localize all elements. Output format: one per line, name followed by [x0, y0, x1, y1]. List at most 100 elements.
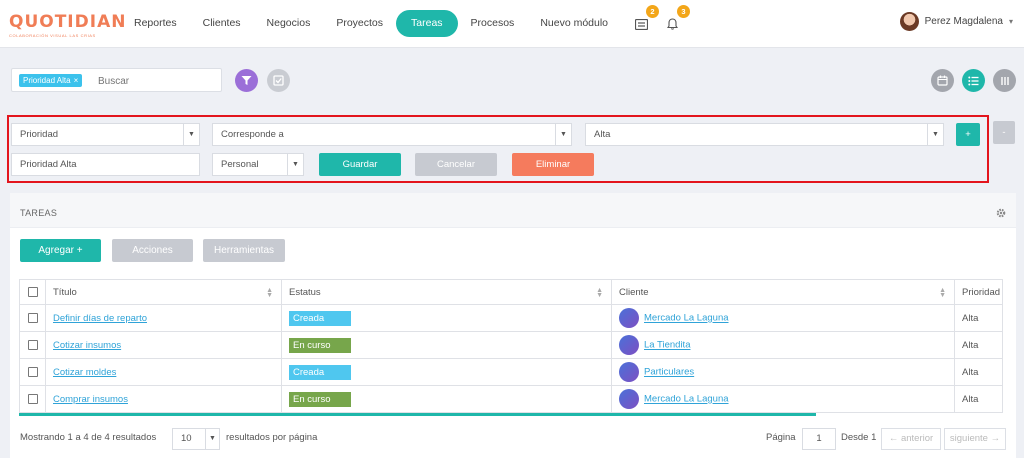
client-avatar — [619, 308, 639, 328]
column-header-cliente[interactable]: Cliente ▲ ▼ — [611, 279, 955, 305]
client-link[interactable]: Mercado La Laguna — [644, 313, 729, 324]
cancel-filter-button[interactable]: Cancelar — [415, 153, 497, 176]
main-nav: Reportes Clientes Negocios Proyectos Tar… — [121, 10, 621, 37]
next-page-button[interactable]: siguiente → — [944, 428, 1006, 450]
task-client-cell: Particulares — [611, 358, 955, 386]
per-page-value: 10 — [181, 433, 192, 444]
task-title-link[interactable]: Definir días de reparto — [53, 313, 147, 324]
filter-operator-value: Corresponde a — [221, 129, 284, 140]
nav-item-clientes[interactable]: Clientes — [190, 10, 254, 37]
tasks-header: TAREAS — [10, 193, 1016, 228]
results-summary: Mostrando 1 a 4 de 4 resultados — [20, 432, 157, 443]
nav-item-procesos[interactable]: Procesos — [458, 10, 528, 37]
list-view-button[interactable] — [962, 69, 985, 92]
filter-scope-select[interactable]: Personal ▼ — [212, 153, 304, 176]
top-navbar: QUOTIDIAN COLABORACIÓN VISUAL LAS CRIAS … — [0, 0, 1024, 48]
actions-button[interactable]: Acciones — [112, 239, 193, 262]
brand-tagline: COLABORACIÓN VISUAL LAS CRIAS — [9, 33, 96, 38]
filter-value-select[interactable]: Alta ▼ — [585, 123, 944, 146]
nav-item-tareas[interactable]: Tareas — [396, 10, 458, 37]
task-client-cell: Mercado La Laguna — [611, 385, 955, 413]
status-badge: Creada — [289, 310, 351, 326]
chevron-down-icon: ▼ — [287, 154, 303, 175]
task-title-cell: Comprar insumos — [45, 385, 282, 413]
tools-button[interactable]: Herramientas — [203, 239, 285, 262]
sort-icon: ▲ ▼ — [939, 287, 946, 299]
filter-button[interactable] — [235, 69, 258, 92]
search-input[interactable] — [98, 74, 208, 88]
close-icon[interactable]: × — [74, 74, 79, 87]
column-header-titulo[interactable]: Título ▲ ▼ — [45, 279, 282, 305]
column-header-prioridad[interactable]: Prioridad — [954, 279, 1003, 305]
table-row: Cotizar moldes Creada Particulares Alta — [19, 358, 1003, 386]
task-priority-cell: Alta — [954, 358, 1003, 386]
row-checkbox[interactable] — [28, 393, 38, 404]
add-condition-button[interactable]: + — [956, 123, 980, 146]
task-title-link[interactable]: Cotizar moldes — [53, 367, 116, 378]
client-link[interactable]: Mercado La Laguna — [644, 394, 729, 405]
column-label: Estatus — [289, 286, 321, 298]
tasks-title: TAREAS — [20, 208, 58, 218]
filter-name-value: Prioridad Alta — [20, 159, 77, 170]
client-link[interactable]: Particulares — [644, 367, 694, 378]
tasks-panel: TAREAS Agregar + Acciones Herramientas T… — [10, 193, 1016, 458]
nav-item-proyectos[interactable]: Proyectos — [323, 10, 396, 37]
alerts-badge: 3 — [677, 5, 690, 18]
column-label: Prioridad — [962, 286, 1001, 298]
remove-condition-button[interactable]: - — [993, 121, 1015, 144]
status-badge: Creada — [289, 364, 351, 380]
column-header-estatus[interactable]: Estatus ▲ ▼ — [281, 279, 612, 305]
task-priority-cell: Alta — [954, 304, 1003, 332]
user-name: Perez Magdalena — [924, 16, 1003, 27]
brand-logo[interactable]: QUOTIDIAN COLABORACIÓN VISUAL LAS CRIAS — [9, 12, 127, 39]
filter-field-value: Prioridad — [20, 129, 59, 140]
task-title-link[interactable]: Cotizar insumos — [53, 340, 121, 351]
task-client-cell: La Tiendita — [611, 331, 955, 359]
filter-chip[interactable]: Prioridad Alta × — [19, 74, 83, 87]
filter-name-field[interactable]: Prioridad Alta — [11, 153, 200, 176]
list-icon — [968, 76, 979, 85]
per-page-select[interactable]: 10 ▼ — [172, 428, 220, 450]
task-title-link[interactable]: Comprar insumos — [53, 394, 128, 405]
user-menu[interactable]: Perez Magdalena ▾ — [899, 12, 1013, 31]
brand-name: QUOTIDIAN — [9, 12, 127, 32]
column-label: Título — [53, 286, 77, 298]
calendar-icon — [937, 75, 948, 86]
task-status-cell: Creada — [281, 304, 612, 332]
board-view-button[interactable] — [993, 69, 1016, 92]
task-title-cell: Definir días de reparto — [45, 304, 282, 332]
status-badge: En curso — [289, 337, 351, 353]
row-checkbox[interactable] — [28, 366, 38, 377]
alerts-button[interactable]: 3 — [662, 5, 690, 34]
columns-icon — [1000, 76, 1009, 85]
nav-item-reportes[interactable]: Reportes — [121, 10, 190, 37]
page-number-input[interactable]: 1 — [802, 428, 836, 450]
search-box[interactable]: Prioridad Alta × — [11, 68, 222, 92]
row-checkbox[interactable] — [28, 312, 38, 323]
add-task-button[interactable]: Agregar + — [20, 239, 101, 262]
check-square-icon — [273, 75, 284, 86]
avatar — [899, 12, 919, 31]
settings-button[interactable] — [996, 208, 1006, 221]
chevron-down-icon: ▼ — [183, 124, 199, 145]
calendar-view-button[interactable] — [931, 69, 954, 92]
table-row: Cotizar insumos En curso La Tiendita Alt… — [19, 331, 1003, 359]
row-select-cell — [19, 385, 46, 413]
filter-chip-label: Prioridad Alta — [23, 76, 71, 85]
client-link[interactable]: La Tiendita — [644, 340, 690, 351]
sort-icon: ▲ ▼ — [596, 287, 603, 299]
messages-button[interactable]: 2 — [631, 5, 659, 34]
save-filter-button[interactable]: Guardar — [319, 153, 401, 176]
saved-filters-button[interactable] — [267, 69, 290, 92]
horizontal-scrollbar[interactable] — [19, 413, 816, 416]
filter-operator-select[interactable]: Corresponde a ▼ — [212, 123, 572, 146]
nav-item-negocios[interactable]: Negocios — [254, 10, 324, 37]
sort-icon: ▲ ▼ — [266, 287, 273, 299]
filter-field-select[interactable]: Prioridad ▼ — [11, 123, 200, 146]
nav-item-nuevo-modulo[interactable]: Nuevo módulo — [527, 10, 621, 37]
select-all-checkbox[interactable] — [28, 286, 38, 297]
row-checkbox[interactable] — [28, 339, 38, 350]
delete-filter-button[interactable]: Eliminar — [512, 153, 594, 176]
prev-page-button[interactable]: ← anterior — [881, 428, 941, 450]
task-client-cell: Mercado La Laguna — [611, 304, 955, 332]
